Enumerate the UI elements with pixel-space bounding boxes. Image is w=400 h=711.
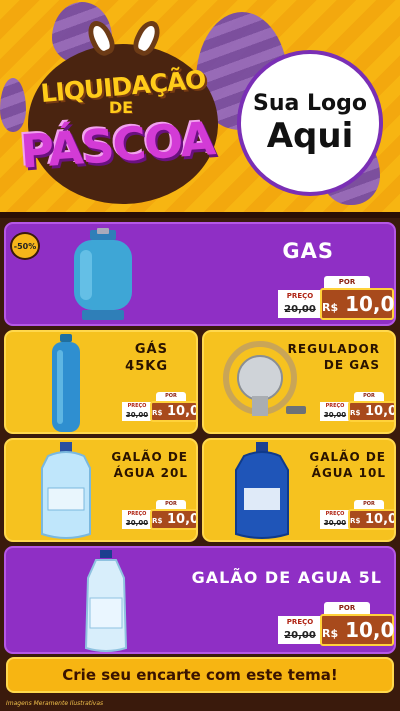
- logo-text-2: Aqui: [266, 115, 354, 156]
- bunny-ears-icon: [80, 17, 170, 60]
- water-jug-10l-icon: [235, 442, 289, 539]
- discount-badge: -50%: [10, 232, 40, 260]
- price-tag: POR PREÇO 30,00 R$ 10,00: [122, 500, 196, 530]
- old-price: 20,00: [278, 302, 322, 318]
- title-line-2: DE: [108, 98, 134, 117]
- new-price: R$ 10,00: [150, 509, 196, 530]
- price-tag: POR PREÇO 30,00 R$ 10,00: [320, 500, 394, 530]
- product-card-regulador[interactable]: REGULADORDE GAS POR PREÇO 30,00 R$ 10,00: [202, 330, 396, 434]
- new-price: R$ 10,00: [348, 509, 394, 530]
- header-banner: LIQUIDAÇÃO DE PÁSCOA Sua Logo Aqui: [0, 0, 400, 215]
- old-price: 20,00: [278, 628, 322, 644]
- preco-label: PREÇO: [278, 616, 322, 628]
- disclaimer-text: Imagens Meramente Ilustrativas: [6, 700, 104, 707]
- product-name: GALÃO DE ÁGUA 10L: [309, 450, 386, 480]
- product-name: GALÃO DE ÁGUA 20L: [111, 450, 188, 480]
- por-label: POR: [324, 276, 370, 288]
- price-tag: POR PREÇO 30,00 R$ 10,00: [122, 392, 196, 422]
- logo-text-1: Sua Logo: [252, 90, 367, 116]
- water-jug-20l-icon: [41, 442, 91, 539]
- divider: [0, 212, 400, 218]
- product-name: GALÃO DE AGUA 5L: [191, 568, 382, 587]
- por-label: POR: [156, 392, 186, 401]
- product-card-gas-45kg[interactable]: GÁS45KG POR PREÇO 30,00 R$ 10,00: [4, 330, 198, 434]
- preco-label: PREÇO: [122, 510, 152, 518]
- product-name: GÁS 45KG: [125, 342, 168, 374]
- cta-button[interactable]: Crie seu encarte com este tema!: [6, 657, 394, 693]
- price-tag: POR PREÇO 20,00 R$ 10,00: [278, 276, 394, 320]
- product-card-galao-5l[interactable]: GALÃO DE AGUA 5L POR PREÇO 20,00 R$ 10,0…: [4, 546, 396, 654]
- price-tag: POR PREÇO 30,00 R$ 10,00: [320, 392, 394, 422]
- water-bottle-5l-icon: [84, 550, 128, 652]
- preco-label: PREÇO: [320, 510, 350, 518]
- por-label: POR: [156, 500, 186, 509]
- product-card-gas[interactable]: GAS POR PREÇO 20,00 R$ 10,00: [4, 222, 396, 326]
- old-price: 30,00: [320, 410, 350, 421]
- gas-cylinder-tall-icon: [52, 334, 80, 432]
- price-tag: POR PREÇO 20,00 R$ 10,00: [278, 602, 394, 646]
- new-price: R$ 10,00: [150, 401, 196, 422]
- new-price: R$ 10,00: [320, 288, 394, 320]
- gas-cylinder-icon: [74, 228, 132, 320]
- new-price: R$ 10,00: [320, 614, 394, 646]
- preco-label: PREÇO: [122, 402, 152, 410]
- product-card-galao-20l[interactable]: GALÃO DEÁGUA 20L POR PREÇO 30,00 R$ 10,0…: [4, 438, 198, 542]
- old-price: 30,00: [122, 410, 152, 421]
- product-name: REGULADOR DE GAS: [287, 342, 380, 372]
- product-name: GAS: [282, 239, 334, 263]
- old-price: 30,00: [122, 518, 152, 529]
- preco-label: PREÇO: [320, 402, 350, 410]
- preco-label: PREÇO: [278, 290, 322, 302]
- por-label: POR: [354, 500, 384, 509]
- new-price: R$ 10,00: [348, 401, 394, 422]
- por-label: POR: [324, 602, 370, 614]
- logo-placeholder[interactable]: Sua Logo Aqui: [237, 50, 383, 196]
- por-label: POR: [354, 392, 384, 401]
- old-price: 30,00: [320, 518, 350, 529]
- product-card-galao-10l[interactable]: GALÃO DEÁGUA 10L POR PREÇO 30,00 R$ 10,0…: [202, 438, 396, 542]
